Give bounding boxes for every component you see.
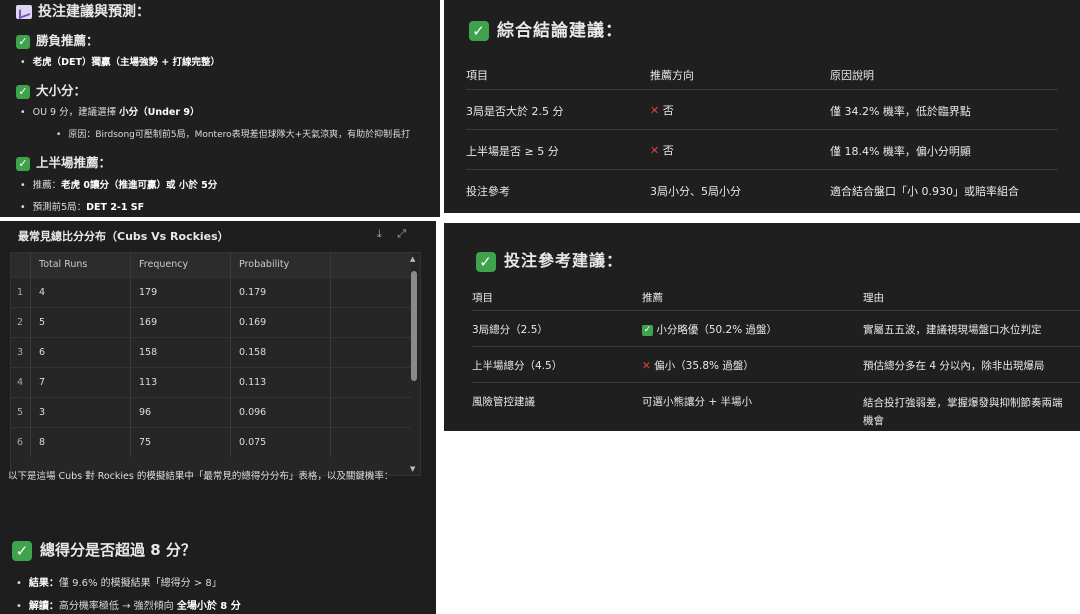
bullet-ou-reason: 原因：Birdsong可壓制前5局，Montero表現差但球隊大+天氣涼爽，有助… <box>56 127 410 140</box>
check-icon: ✓ <box>642 324 653 336</box>
table-row: 1 4 179 0.179 <box>11 277 411 307</box>
table-row: 上半場總分（4.5） ✕ 偏小（35.8% 過盤） 預估總分多在 4 分以內，除… <box>472 347 1080 383</box>
scroll-up-icon[interactable]: ▲ <box>410 255 415 263</box>
section-over-under: ✓ 大小分： <box>16 80 86 99</box>
bullet-first5-prediction: 預測前5局：DET 2-1 SF <box>20 199 145 213</box>
table-row: 風險管控建議 可選小熊讓分 + 半場小 結合投打強弱差，掌握爆發與抑制節奏兩端機… <box>472 396 1063 427</box>
betting-reference-title: ✓ 投注參考建議： <box>476 247 623 272</box>
bullet-win-loss: 老虎（DET）獨贏（主場強勢 + 打線完整） <box>20 54 220 68</box>
check-icon: ✓ <box>476 251 496 272</box>
bullet-result: 結果：僅 9.6% 的模擬結果「總得分 > 8」 <box>16 574 222 589</box>
score-distribution-panel: 最常見總比分分布（Cubs Vs Rockies） ⤓ ⤢ Total Runs… <box>0 221 436 614</box>
cross-icon: ✕ <box>650 104 660 117</box>
check-icon: ✓ <box>12 540 32 561</box>
conclusion-panel: ✓ 綜合結論建議： 項目 推薦方向 原因說明 3局是否大於 2.5 分 ✕ 否 僅… <box>444 0 1080 213</box>
conclusion-table: 項目 推薦方向 原因說明 3局是否大於 2.5 分 ✕ 否 僅 34.2% 機率… <box>466 56 1058 206</box>
score-table: Total Runs Frequency Probability 1 4 179… <box>10 252 421 476</box>
total-over-8-title: ✓ 總得分是否超過 8 分？ <box>12 539 196 561</box>
bullet-first-half-rec: 推薦：老虎 0讓分（推進可贏）或 小於 5分 <box>20 177 218 191</box>
table-row: 3 6 158 0.158 <box>11 337 411 367</box>
table-toolbar: ⤓ ⤢ <box>365 227 406 241</box>
betting-reference-panel: ✓ 投注參考建議： 項目 推薦 理由 3局總分（2.5） ✓ 小分略優（50.2%… <box>444 223 1080 431</box>
check-icon: ✓ <box>16 156 30 171</box>
table-row: 2 5 169 0.169 <box>11 307 411 337</box>
bullet-interpretation: 解讀：高分機率極低 → 強烈傾向 全場小於 8 分 <box>16 597 241 612</box>
betting-reference-table: 項目 推薦 理由 3局總分（2.5） ✓ 小分略優（50.2% 過盤） 實屬五五… <box>472 283 1080 431</box>
prediction-title: 投注建議與預測： <box>16 1 150 21</box>
table-title: 最常見總比分分布（Cubs Vs Rockies） <box>18 230 229 243</box>
check-icon: ✓ <box>16 34 30 49</box>
table-row: 投注參考 3局小分、5局小分 適合結合盤口「小 0.930」或賠率組合 <box>466 185 1019 198</box>
conclusion-title: ✓ 綜合結論建議： <box>469 16 623 41</box>
bullet-ou-line: OU 9 分，建議選擇 小分（Under 9） <box>20 104 200 118</box>
table-header: Total Runs Frequency Probability <box>11 253 411 277</box>
table-row: 3局是否大於 2.5 分 ✕ 否 僅 34.2% 機率，低於臨界點 <box>466 90 1058 130</box>
check-icon: ✓ <box>469 21 489 41</box>
section-first-half: ✓ 上半場推薦： <box>16 152 111 171</box>
check-icon: ✓ <box>16 84 30 99</box>
table-row: 6 8 75 0.075 <box>11 427 411 457</box>
prediction-panel: 投注建議與預測： ✓勝負推薦： 老虎（DET）獨贏（主場強勢 + 打線完整） ✓… <box>0 0 440 217</box>
table-row: 3局總分（2.5） ✓ 小分略優（50.2% 過盤） 實屬五五波，建議視現場盤口… <box>472 311 1080 347</box>
table-note: 以下是這場 Cubs 對 Rockies 的模擬結果中「最常見的總得分分布」表格… <box>8 471 394 482</box>
scroll-thumb[interactable] <box>411 271 417 381</box>
table-header: 項目 推薦 理由 <box>472 283 1080 311</box>
expand-icon[interactable]: ⤢ <box>397 227 406 240</box>
cross-icon: ✕ <box>642 360 651 372</box>
table-scrollbar[interactable]: ▲ ▼ <box>410 255 418 475</box>
cross-icon: ✕ <box>650 144 660 157</box>
section-win-loss: ✓ 勝負推薦： <box>16 30 99 49</box>
table-header: 項目 推薦方向 原因說明 <box>466 56 1058 90</box>
table-row: 4 7 113 0.113 <box>11 367 411 397</box>
download-icon[interactable]: ⤓ <box>377 227 382 240</box>
table-row: 5 3 96 0.096 <box>11 397 411 427</box>
table-row: 上半場是否 ≥ 5 分 ✕ 否 僅 18.4% 機率，偏小分明顯 <box>466 130 1058 170</box>
scroll-down-icon[interactable]: ▼ <box>410 465 415 473</box>
chart-icon <box>16 5 32 19</box>
